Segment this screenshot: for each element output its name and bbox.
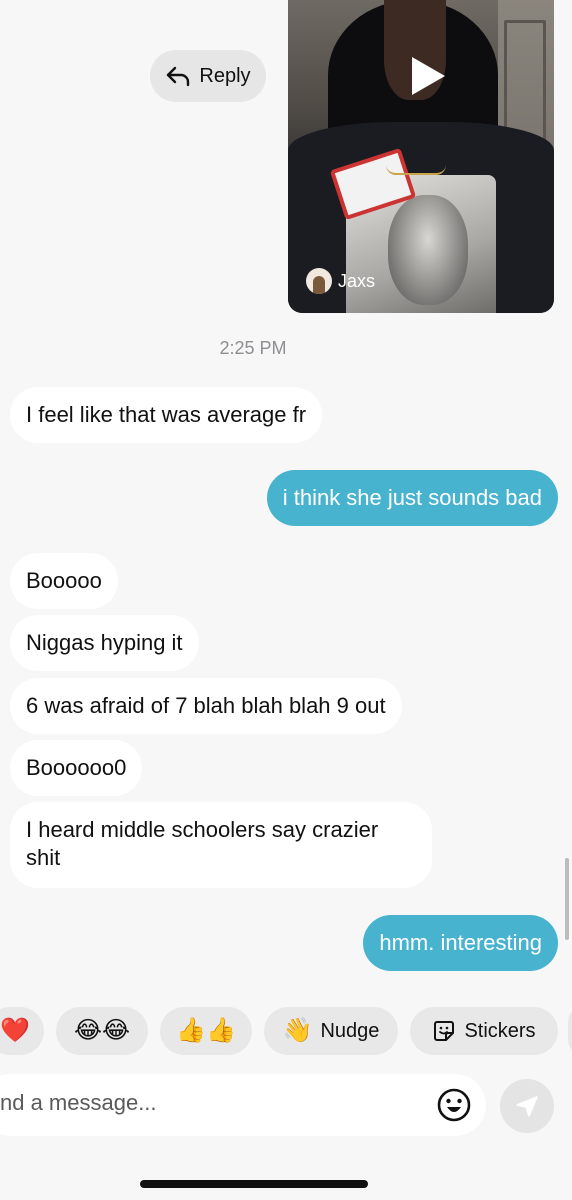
scrollbar[interactable]: [565, 858, 569, 940]
message-bubble-incoming[interactable]: I heard middle schoolers say crazier shi…: [10, 802, 432, 888]
thumbs-up-reaction-button[interactable]: 👍👍: [160, 1007, 252, 1055]
home-indicator[interactable]: [140, 1180, 368, 1188]
message-bubble-outgoing[interactable]: i think she just sounds bad: [266, 470, 558, 526]
reply-button[interactable]: Reply: [150, 50, 266, 102]
nudge-label: Nudge: [320, 1019, 380, 1042]
message-bubble-incoming[interactable]: I feel like that was average fr: [10, 387, 323, 443]
send-arrow-icon: [516, 1096, 538, 1117]
message-bubble-incoming[interactable]: Booooo: [10, 553, 118, 609]
video-necklace: [386, 165, 446, 175]
message-bubble-incoming[interactable]: Niggas hyping it: [10, 615, 199, 671]
thumbs-up-icon: 👍👍: [176, 1017, 236, 1044]
heart-reaction-button[interactable]: ❤️: [0, 1007, 44, 1055]
reply-arrow-icon: [167, 66, 190, 87]
stickers-button[interactable]: Stickers: [410, 1007, 558, 1055]
message-timestamp: 2:25 PM: [219, 338, 287, 358]
message-bubble-incoming[interactable]: 6 was afraid of 7 blah blah blah 9 out: [10, 678, 402, 734]
message-bubble-outgoing[interactable]: hmm. interesting: [363, 915, 558, 971]
reply-label: Reply: [199, 64, 251, 87]
shared-video-card[interactable]: Jaxs: [288, 0, 554, 313]
emoji-picker-icon[interactable]: [436, 1087, 472, 1123]
message-bubble-incoming[interactable]: Boooooo0: [10, 740, 143, 796]
sticker-icon: [434, 1021, 455, 1041]
message-input[interactable]: nd a message...: [0, 1090, 420, 1120]
video-shirt-print-face: [388, 195, 468, 305]
laugh-reaction-button[interactable]: 😂😂: [56, 1007, 148, 1055]
more-reactions-button[interactable]: [568, 1007, 572, 1055]
send-button[interactable]: [500, 1079, 554, 1133]
heart-icon: ❤️: [0, 1017, 30, 1044]
stickers-label: Stickers: [464, 1019, 536, 1042]
play-icon[interactable]: [408, 54, 448, 98]
nudge-button[interactable]: 👋 Nudge: [264, 1007, 398, 1055]
creator-name: Jaxs: [338, 270, 376, 291]
laughing-face-icon: 😂😂: [73, 1017, 131, 1044]
video-creator-tag[interactable]: Jaxs: [306, 268, 375, 294]
creator-avatar: [306, 268, 332, 294]
waving-hand-icon: 👋: [282, 1017, 313, 1044]
